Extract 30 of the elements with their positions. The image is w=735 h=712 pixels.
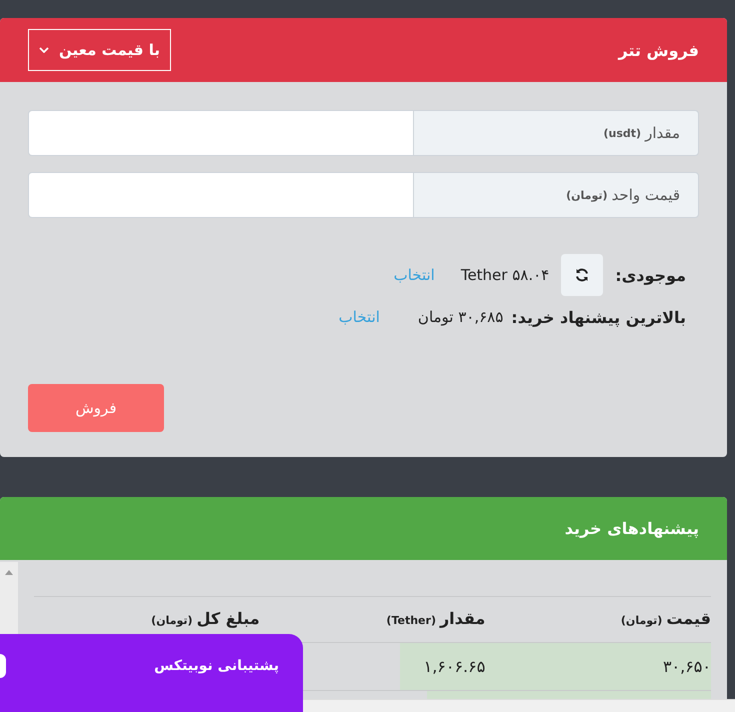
support-widget[interactable]: پشتیبانی نوبیتکس (0, 634, 303, 712)
balance-value: Tether ۵۸.۰۴ (460, 266, 550, 284)
scrollbar[interactable] (303, 699, 735, 712)
column-header: مبلغ کل (196, 609, 260, 628)
refresh-button[interactable] (561, 254, 604, 296)
select-link[interactable]: انتخاب (394, 266, 435, 284)
balance-label: موجودی: (615, 266, 686, 284)
input-field[interactable] (28, 172, 413, 218)
best-bid-label: بالاترین پیشنهاد خرید: (511, 308, 686, 326)
column-header: قیمت (666, 609, 711, 628)
column-unit: (Tether) (386, 614, 436, 627)
card-title: پیشنهادهای خرید (564, 519, 699, 538)
input-field[interactable] (28, 110, 413, 156)
field-unit: (تومان) (566, 188, 608, 202)
scrollbar[interactable] (0, 562, 18, 634)
column-header: مقدار (440, 609, 486, 628)
best-bid-value: ۳۰,۶۸۵ تومان (418, 308, 504, 326)
select-link[interactable]: انتخاب (338, 308, 380, 326)
field-unit: (usdt) (604, 126, 642, 140)
chevron-down-icon (39, 47, 49, 53)
sell-button[interactable]: فروش (28, 384, 164, 432)
field-label: مقدار (645, 124, 680, 142)
scroll-up-icon (5, 570, 13, 575)
card-title: فروش تتر (618, 40, 699, 60)
order-type-select[interactable]: با قیمت معین (28, 29, 171, 71)
refresh-icon (574, 267, 590, 283)
column-unit: (تومان) (151, 614, 193, 627)
price-cell-text: ۳۰,۶۵۰ (662, 656, 711, 678)
field-label: قیمت واحد (612, 186, 680, 204)
column-unit: (تومان) (620, 614, 662, 627)
